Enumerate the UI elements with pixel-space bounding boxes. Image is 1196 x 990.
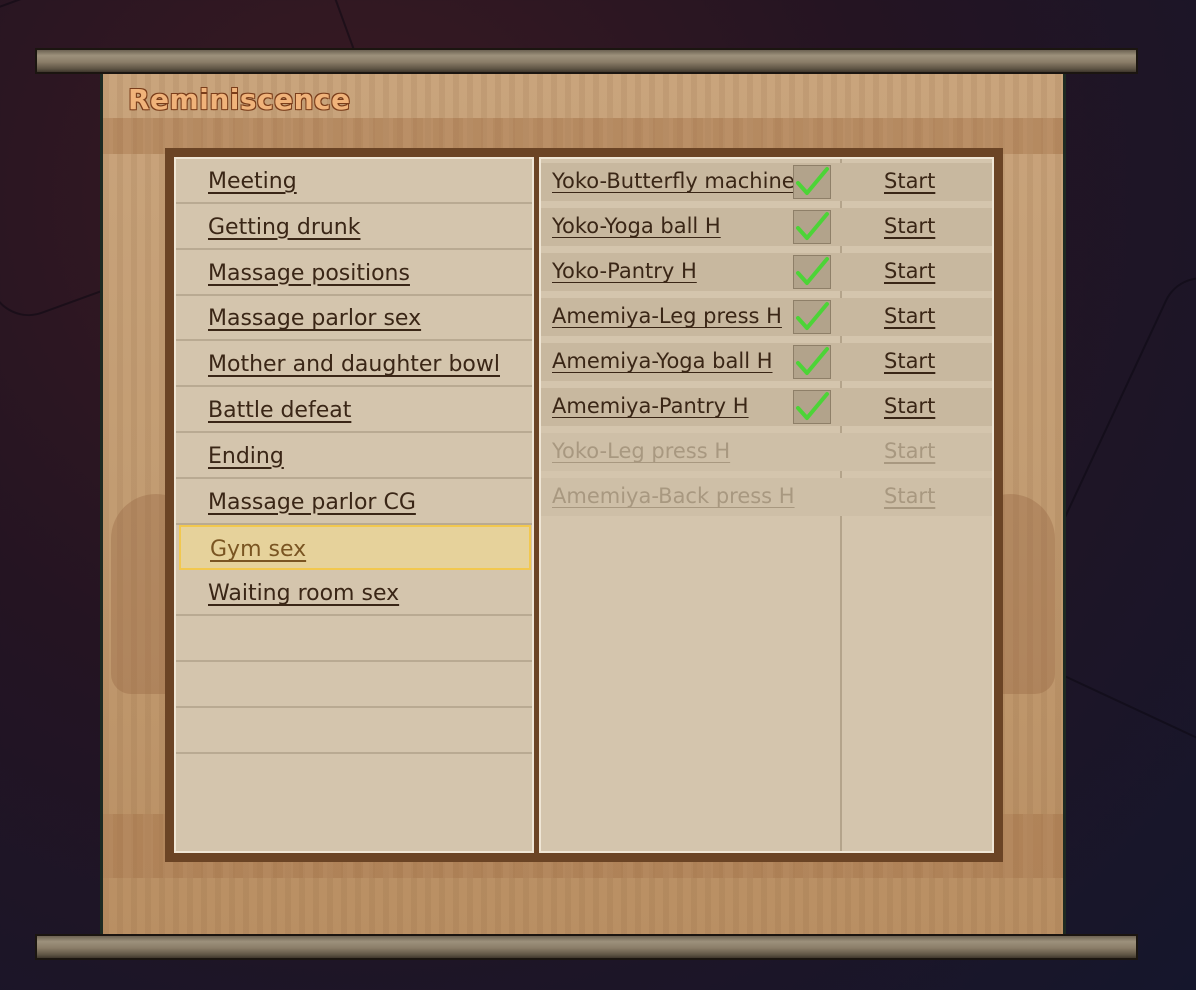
scene-name[interactable]: Amemiya-Pantry H: [552, 394, 834, 418]
scene-row: Yoko-Butterfly machine H Start: [541, 163, 992, 201]
scroll-rod-top: [35, 48, 1138, 74]
category-item[interactable]: Battle defeat: [176, 388, 532, 433]
checkmark-icon: [793, 345, 831, 379]
scene-row: Amemiya-Leg press H Start: [541, 298, 992, 336]
scene-row: Amemiya-Yoga ball H Start: [541, 343, 992, 381]
category-item[interactable]: Getting drunk: [176, 205, 532, 250]
start-button[interactable]: Start: [884, 214, 935, 238]
category-item[interactable]: Gym sex: [179, 525, 531, 571]
page-title: Reminiscence: [128, 83, 351, 116]
scene-row: Amemiya-Pantry H Start: [541, 388, 992, 426]
category-label: Gym sex: [210, 537, 307, 563]
category-label: Massage parlor CG: [208, 489, 416, 515]
scene-name[interactable]: Amemiya-Yoga ball H: [552, 349, 834, 373]
scene-name[interactable]: Yoko-Leg press H: [552, 439, 834, 463]
scene-name[interactable]: Amemiya-Leg press H: [552, 304, 834, 328]
category-item[interactable]: Massage positions: [176, 251, 532, 296]
checkmark-icon: [793, 300, 831, 334]
checkmark-icon: [793, 255, 831, 289]
category-label: Mother and daughter bowl: [208, 352, 500, 378]
category-item[interactable]: Meeting: [176, 159, 532, 204]
start-button[interactable]: Start: [884, 394, 935, 418]
category-item[interactable]: Ending: [176, 434, 532, 479]
checkmark-icon: [793, 210, 831, 244]
scene-row: Amemiya-Back press H Start: [541, 478, 992, 516]
scroll-rod-bottom: [35, 934, 1138, 960]
category-list: Meeting Getting drunk Massage positions Mas…: [174, 157, 534, 853]
category-item[interactable]: Mother and daughter bowl: [176, 342, 532, 388]
category-item[interactable]: Waiting room sex: [176, 571, 532, 617]
scene-name[interactable]: Yoko-Butterfly machine H: [552, 169, 834, 193]
scene-row: Yoko-Yoga ball H Start: [541, 208, 992, 246]
category-label: Meeting: [208, 169, 297, 194]
empty-slot: [176, 709, 532, 754]
category-item[interactable]: Massage parlor CG: [176, 480, 532, 525]
start-button[interactable]: Start: [884, 304, 935, 328]
category-label: Getting drunk: [208, 214, 361, 240]
start-button[interactable]: Start: [884, 169, 935, 193]
category-label: Waiting room sex: [208, 581, 400, 607]
scene-name[interactable]: Yoko-Yoga ball H: [552, 214, 834, 238]
empty-slot: [176, 617, 532, 662]
scene-name[interactable]: Yoko-Pantry H: [552, 259, 834, 283]
empty-slot: [176, 663, 532, 708]
category-label: Ending: [208, 443, 284, 469]
category-label: Massage positions: [208, 260, 410, 286]
category-label: Massage parlor sex: [208, 306, 422, 332]
scene-row: Yoko-Leg press H Start: [541, 433, 992, 471]
start-button[interactable]: Start: [884, 349, 935, 373]
checkmark-icon: [793, 165, 831, 199]
start-button[interactable]: Start: [884, 484, 935, 508]
start-button[interactable]: Start: [884, 259, 935, 283]
scene-name[interactable]: Amemiya-Back press H: [552, 484, 834, 508]
category-item[interactable]: Massage parlor sex: [176, 296, 532, 342]
category-label: Battle defeat: [208, 398, 352, 423]
checkmark-icon: [793, 390, 831, 424]
scene-row: Yoko-Pantry H Start: [541, 253, 992, 291]
start-button[interactable]: Start: [884, 439, 935, 463]
